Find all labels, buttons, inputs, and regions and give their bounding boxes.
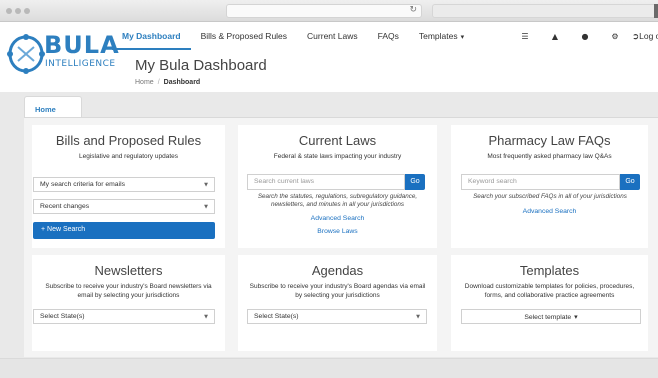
newsletters-card: Newsletters Subscribe to receive your in… bbox=[32, 255, 225, 351]
window-minimize-icon[interactable] bbox=[15, 8, 21, 14]
gear-icon[interactable]: ⚙ bbox=[600, 32, 630, 41]
list-icon[interactable]: ☰ bbox=[510, 32, 540, 41]
new-search-button[interactable]: + New Search bbox=[33, 222, 215, 239]
logout-link[interactable]: ➲Log o bbox=[632, 22, 658, 51]
reload-icon[interactable]: ↻ bbox=[409, 5, 417, 15]
templates-title: Templates bbox=[519, 263, 580, 278]
agendas-state-select[interactable]: Select State(s) ▼ bbox=[247, 309, 427, 324]
faqs-search-input[interactable]: Keyword search bbox=[461, 174, 620, 190]
bula-logo[interactable]: BULA INTELLIGENCE bbox=[7, 31, 119, 77]
faqs-advanced-search-link[interactable]: Advanced Search bbox=[451, 208, 648, 215]
faqs-hint: Search your subscribed FAQs in all of yo… bbox=[473, 193, 627, 200]
logo-subtitle: INTELLIGENCE bbox=[45, 59, 116, 69]
nav-templates-label: Templates bbox=[418, 31, 458, 41]
agendas-title: Agendas bbox=[311, 263, 364, 278]
current-laws-card: Current Laws Federal & state laws impact… bbox=[238, 125, 437, 248]
dropdown-arrow-icon: ▼ bbox=[204, 204, 208, 210]
logout-label: Log o bbox=[639, 31, 658, 41]
agendas-state-value: Select State(s) bbox=[254, 313, 299, 320]
current-laws-subtitle: Federal & state laws impacting your indu… bbox=[273, 153, 402, 160]
dropdown-arrow-icon: ▼ bbox=[416, 314, 420, 320]
recent-changes-select[interactable]: Recent changes ▼ bbox=[33, 199, 215, 214]
newsletters-subtitle: Subscribe to receive your industry's Boa… bbox=[45, 283, 212, 299]
window-close-icon[interactable] bbox=[6, 8, 12, 14]
header-icons: ☰ ▲ ● ⚙ bbox=[510, 22, 630, 50]
browser-tab-edge bbox=[654, 4, 658, 18]
current-laws-go-button[interactable]: Go bbox=[405, 174, 425, 190]
current-laws-hint: Search the statutes, regulations, subreg… bbox=[257, 193, 418, 208]
breadcrumb-separator: / bbox=[157, 79, 160, 86]
nav-faqs[interactable]: FAQs bbox=[368, 22, 409, 50]
newsletters-state-select[interactable]: Select State(s) ▼ bbox=[33, 309, 215, 324]
dropdown-arrow-icon: ▼ bbox=[204, 182, 208, 188]
breadcrumb: Home / Dashboard bbox=[135, 79, 200, 86]
faqs-title: Pharmacy Law FAQs bbox=[488, 133, 611, 148]
newsletters-title: Newsletters bbox=[94, 263, 163, 278]
select-template-button[interactable]: Select template ▾ bbox=[461, 309, 641, 324]
bills-card: Bills and Proposed Rules Legislative and… bbox=[32, 125, 225, 248]
dashboard-content: Bills and Proposed Rules Legislative and… bbox=[24, 117, 658, 357]
browser-tab-strip bbox=[432, 4, 658, 18]
nav-templates[interactable]: Templates ▾ bbox=[409, 22, 474, 50]
search-criteria-value: My search criteria for emails bbox=[40, 181, 125, 188]
caret-down-icon: ▾ bbox=[460, 33, 465, 41]
dropdown-arrow-icon: ▼ bbox=[204, 314, 208, 320]
bills-subtitle: Legislative and regulatory updates bbox=[78, 153, 178, 160]
agendas-card: Agendas Subscribe to receive your indust… bbox=[238, 255, 437, 351]
caret-down-icon: ▾ bbox=[574, 313, 578, 321]
logo-emblem-icon bbox=[7, 34, 45, 74]
faqs-subtitle: Most frequently asked pharmacy law Q&As bbox=[487, 153, 612, 160]
recent-changes-value: Recent changes bbox=[40, 203, 90, 210]
app-header: BULA INTELLIGENCE My Dashboard Bills & P… bbox=[0, 22, 658, 92]
newsletters-state-value: Select State(s) bbox=[40, 313, 85, 320]
breadcrumb-current: Dashboard bbox=[163, 79, 201, 86]
address-bar[interactable]: ↻ bbox=[226, 4, 422, 18]
logo-wordmark: BULA bbox=[44, 31, 120, 59]
nav-current-laws[interactable]: Current Laws bbox=[297, 22, 368, 50]
main-area: Home Bills and Proposed Rules Legislativ… bbox=[20, 96, 658, 358]
agendas-subtitle: Subscribe to receive your industry's Boa… bbox=[249, 283, 426, 299]
templates-subtitle: Download customizable templates for poli… bbox=[464, 283, 635, 299]
browser-chrome: ↻ bbox=[0, 0, 658, 22]
bills-title: Bills and Proposed Rules bbox=[55, 133, 202, 148]
comment-icon[interactable]: ● bbox=[570, 32, 600, 41]
current-laws-search-input[interactable]: Search current laws bbox=[247, 174, 405, 190]
current-laws-title: Current Laws bbox=[298, 133, 377, 148]
faqs-card: Pharmacy Law FAQs Most frequently asked … bbox=[451, 125, 648, 248]
nav-my-dashboard[interactable]: My Dashboard bbox=[112, 22, 191, 50]
tab-home[interactable]: Home bbox=[24, 96, 82, 118]
select-template-label: Select template bbox=[524, 314, 572, 321]
current-laws-advanced-search-link[interactable]: Advanced Search bbox=[238, 215, 437, 222]
page-title: My Bula Dashboard bbox=[135, 57, 267, 74]
search-criteria-select[interactable]: My search criteria for emails ▼ bbox=[33, 177, 215, 192]
bell-icon[interactable]: ▲ bbox=[540, 32, 570, 41]
page-footer-strip bbox=[0, 358, 658, 378]
top-nav: My Dashboard Bills & Proposed Rules Curr… bbox=[112, 22, 474, 50]
window-zoom-icon[interactable] bbox=[24, 8, 30, 14]
templates-card: Templates Download customizable template… bbox=[451, 255, 648, 351]
breadcrumb-home[interactable]: Home bbox=[135, 79, 154, 86]
nav-bills-proposed-rules[interactable]: Bills & Proposed Rules bbox=[191, 22, 297, 50]
faqs-go-button[interactable]: Go bbox=[620, 174, 640, 190]
browse-laws-link[interactable]: Browse Laws bbox=[238, 228, 437, 235]
